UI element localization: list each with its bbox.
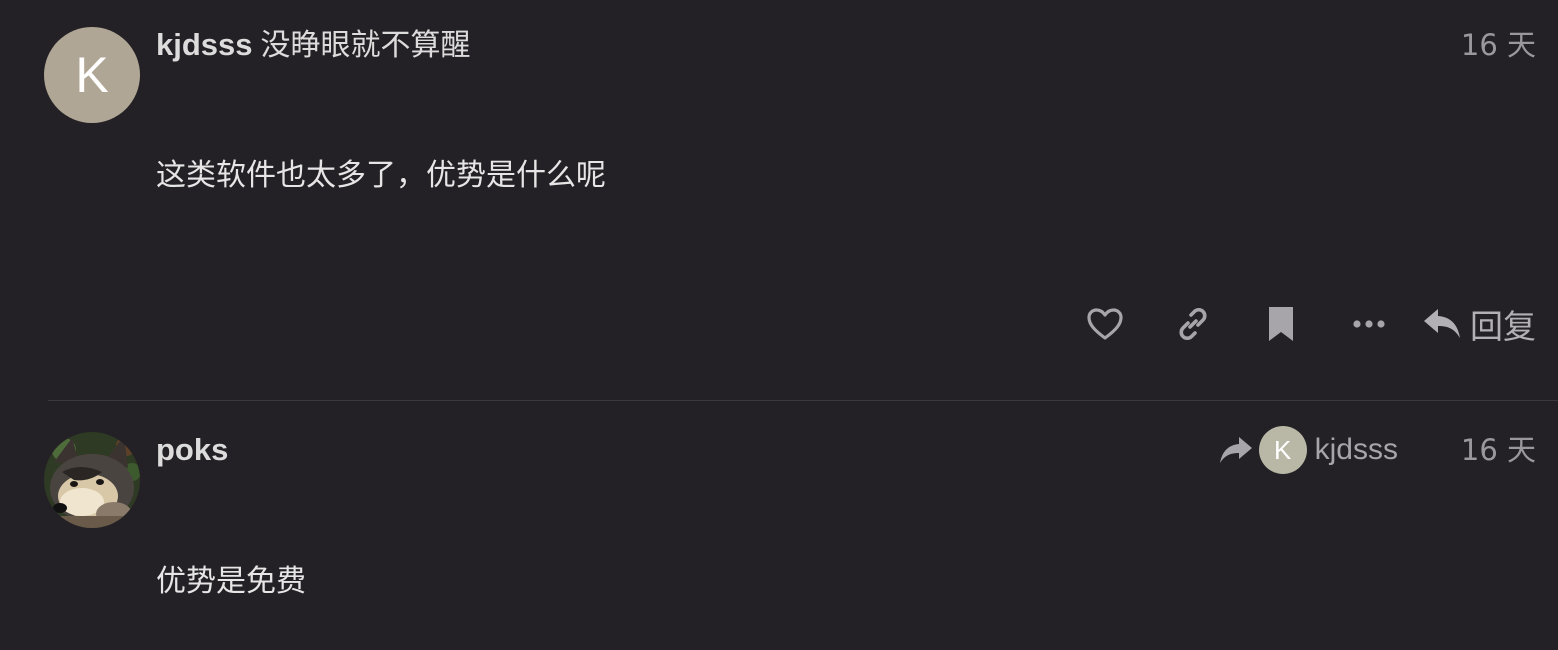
copy-link-button[interactable]	[1170, 300, 1216, 348]
ellipsis-icon	[1353, 320, 1385, 328]
heart-icon	[1087, 308, 1123, 340]
reply-to-username: kjdsss	[1314, 433, 1398, 466]
post-author: kjdsss 没睁眼就不算醒	[156, 27, 471, 64]
reply-button[interactable]: 回复	[1422, 300, 1536, 348]
username-link[interactable]: poks	[156, 432, 228, 467]
post-date[interactable]: 16 天	[1461, 432, 1536, 468]
avatar[interactable]	[44, 432, 140, 528]
username-link[interactable]: kjdsss	[156, 27, 253, 62]
post-date[interactable]: 16 天	[1461, 27, 1536, 63]
like-button[interactable]	[1082, 300, 1128, 348]
bookmark-button[interactable]	[1258, 300, 1304, 348]
more-actions-button[interactable]	[1346, 300, 1392, 348]
post: poks K kjdsss 16 天 优势是免费	[0, 401, 1558, 650]
topic-thread: K kjdsss 没睁眼就不算醒 16 天 这类软件也太多了，优势是什么呢 回复…	[0, 0, 1558, 650]
reply-to-tab[interactable]: K kjdsss	[1219, 425, 1398, 475]
reply-to-avatar: K	[1258, 426, 1307, 474]
link-icon	[1179, 308, 1207, 340]
post-author: poks	[156, 432, 228, 469]
reply-arrow-icon	[1219, 437, 1252, 463]
post-actions: 回复	[1082, 300, 1536, 348]
post: K kjdsss 没睁眼就不算醒 16 天 这类软件也太多了，优势是什么呢 回复	[0, 0, 1558, 400]
post-body: 优势是免费	[156, 564, 306, 599]
bookmark-icon	[1269, 307, 1293, 341]
full-name: 没睁眼就不算醒	[260, 28, 471, 63]
reply-arrow-icon	[1424, 309, 1460, 338]
post-body: 这类软件也太多了，优势是什么呢	[156, 158, 606, 193]
husky-dog-photo	[44, 432, 140, 528]
avatar[interactable]: K	[44, 27, 140, 123]
reply-label: 回复	[1470, 307, 1536, 346]
